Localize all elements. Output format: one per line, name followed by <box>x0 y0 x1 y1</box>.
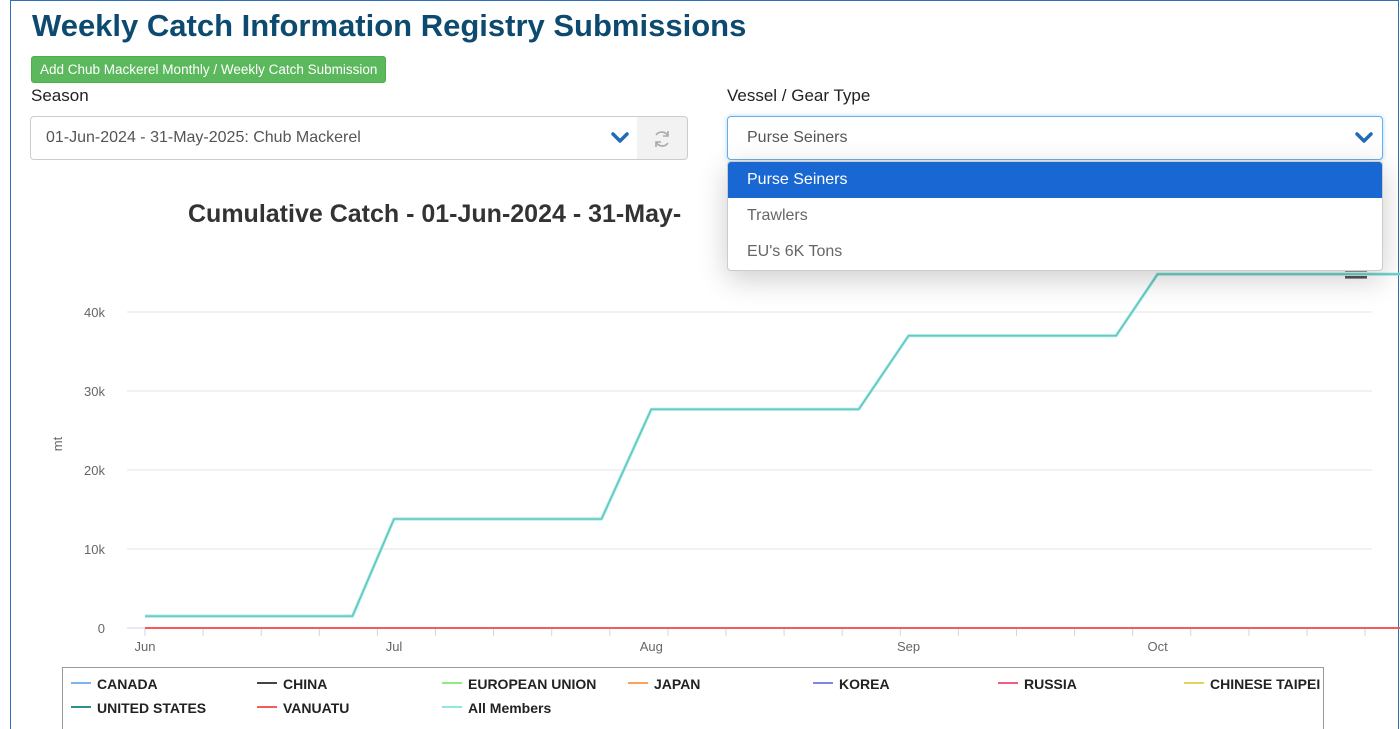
x-tick-label: Sep <box>897 639 920 654</box>
legend-swatch <box>257 682 277 685</box>
legend-item[interactable]: CHINESE TAIPEI <box>1184 676 1320 692</box>
legend-swatch <box>1184 682 1204 685</box>
y-tick-label: 20k <box>84 463 105 478</box>
legend-item[interactable]: JAPAN <box>628 676 700 692</box>
legend-swatch <box>442 706 462 709</box>
option-purse-seiners[interactable]: Purse Seiners <box>728 162 1382 198</box>
legend-item[interactable]: RUSSIA <box>998 676 1077 692</box>
legend-item[interactable]: UNITED STATES <box>71 700 206 716</box>
legend-swatch <box>71 682 91 685</box>
legend-label: VANUATU <box>283 700 350 716</box>
legend-swatch <box>813 682 833 685</box>
legend-swatch <box>998 682 1018 685</box>
legend-swatch <box>257 706 277 709</box>
y-axis-ticks: 0 10k 20k 30k 40k <box>84 305 105 636</box>
legend-item[interactable]: EUROPEAN UNION <box>442 676 596 692</box>
legend-item[interactable]: CHINA <box>257 676 327 692</box>
chart-legend: CANADA CHINA EUROPEAN UNION JAPAN KOREA RUSSI… <box>62 667 1324 729</box>
legend-swatch <box>71 706 91 709</box>
x-tick-label: Jul <box>386 639 403 654</box>
legend-item[interactable]: VANUATU <box>257 700 349 716</box>
legend-swatch <box>628 682 648 685</box>
y-tick-label: 30k <box>84 384 105 399</box>
y-tick-label: 10k <box>84 542 105 557</box>
series-line-all-members-edge <box>145 273 1400 617</box>
legend-label: CHINA <box>283 676 328 692</box>
y-tick-label: 40k <box>84 305 105 320</box>
y-axis-label: mt <box>50 436 65 451</box>
option-eu-6k-tons[interactable]: EU's 6K Tons <box>728 234 1382 270</box>
legend-item[interactable]: All Members <box>442 700 551 716</box>
x-tick-label: Aug <box>640 639 663 654</box>
legend-label: All Members <box>468 700 552 716</box>
series-line-all-members[interactable] <box>145 272 1400 618</box>
option-trawlers[interactable]: Trawlers <box>728 198 1382 234</box>
x-axis <box>127 627 1372 636</box>
legend-swatch <box>442 682 462 685</box>
legend-label: RUSSIA <box>1024 676 1077 692</box>
legend-label: CHINESE TAIPEI <box>1210 676 1321 692</box>
x-axis-ticks: JunJulAugSepOctNov <box>135 639 1169 654</box>
vessel-gear-dropdown: Purse Seiners Trawlers EU's 6K Tons <box>727 161 1383 271</box>
chart-area: 010k20k30k40k JunJulAugSepOctNov mt <box>50 272 1400 654</box>
chart-series <box>145 272 1400 629</box>
legend-label: UNITED STATES <box>97 700 207 716</box>
legend-item[interactable]: CANADA <box>71 676 158 692</box>
legend-label: KOREA <box>839 676 890 692</box>
legend-label: CANADA <box>97 676 158 692</box>
y-tick-label: 0 <box>98 621 105 636</box>
x-tick-label: Jun <box>135 639 156 654</box>
legend-label: JAPAN <box>654 676 701 692</box>
legend-item[interactable]: KOREA <box>813 676 890 692</box>
legend-label: EUROPEAN UNION <box>468 676 597 692</box>
x-tick-label: Oct <box>1147 639 1168 654</box>
grid-lines <box>127 311 1372 550</box>
